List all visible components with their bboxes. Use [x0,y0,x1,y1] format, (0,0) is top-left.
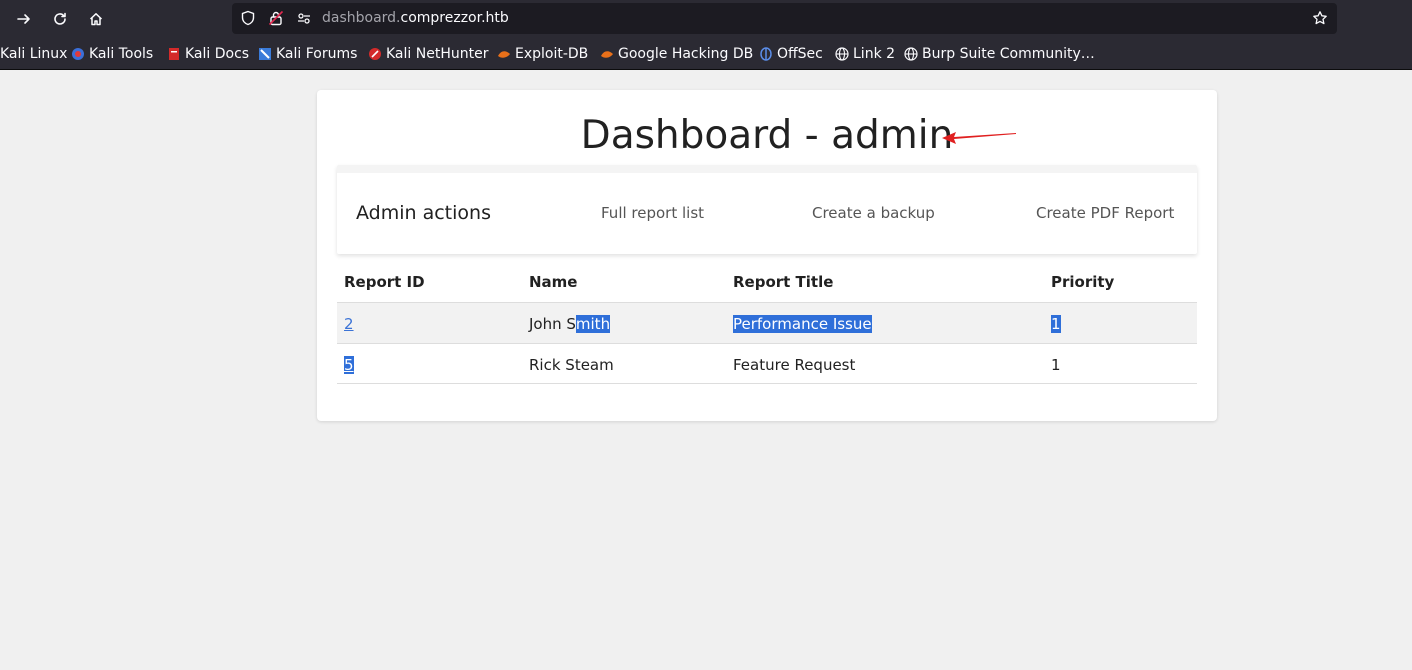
table-row: 5 Rick Steam Feature Request 1 [337,343,1197,384]
url-text[interactable]: dashboard.comprezzor.htb [322,10,509,27]
bookmark-star-icon[interactable] [1312,10,1328,26]
bookmark-label: Google Hacking DB [618,46,754,62]
kali-docs-icon [167,47,181,61]
bookmark-kali-tools[interactable]: Kali Tools [71,45,153,63]
home-button[interactable] [83,6,109,32]
bookmark-kali-forums[interactable]: Kali Forums [258,45,357,63]
forward-button[interactable] [11,6,37,32]
create-backup-link[interactable]: Create a backup [812,204,935,222]
kali-forums-icon [258,47,272,61]
ghdb-icon [600,47,614,61]
insecure-lock-icon[interactable] [268,10,284,26]
report-title-cell: Performance Issue [733,314,872,334]
reload-icon [54,12,66,25]
header-report-title: Report Title [733,273,834,291]
priority-cell: 1 [1051,356,1061,374]
bookmark-link-2[interactable]: Link 2 [835,45,895,63]
home-icon [89,13,103,26]
report-id-link[interactable]: 2 [344,315,354,333]
bookmark-exploit-db[interactable]: Exploit-DB [497,45,588,63]
bookmark-kali-nethunter[interactable]: Kali NetHunter [368,45,488,63]
header-priority: Priority [1051,273,1115,291]
bookmarks-bar: Kali Linux Kali Tools Kali Docs Kali For… [0,37,1412,70]
exploit-db-icon [497,47,511,61]
bookmark-offsec[interactable]: OffSec [759,45,823,63]
bookmark-label: Kali Forums [276,46,358,62]
admin-actions-title: Admin actions [356,202,491,224]
nethunter-icon [368,47,382,61]
header-report-id: Report ID [344,273,425,291]
name-text: John S [529,315,576,333]
bookmark-kali-docs[interactable]: Kali Docs [167,45,249,63]
shield-icon[interactable] [240,10,256,26]
url-domain: comprezzor.htb [400,10,509,26]
bookmark-label: Link 2 [853,46,896,62]
bookmark-label: Exploit-DB [515,46,589,62]
priority-cell: 1 [1051,314,1061,334]
offsec-icon [759,47,773,61]
report-id-link[interactable]: 5 [344,356,354,374]
globe-icon [835,47,849,61]
full-report-list-link[interactable]: Full report list [601,204,704,222]
url-subdomain: dashboard. [322,10,401,26]
bookmark-label: Burp Suite Community… [922,46,1095,62]
table-row: 2 John Smith Performance Issue 1 [337,302,1197,343]
name-cell: John Smith [529,314,611,334]
bookmark-kali-linux[interactable]: Kali Linux [0,45,67,63]
bookmark-burp-suite[interactable]: Burp Suite Community… [904,45,1095,63]
globe-icon [904,47,918,61]
browser-toolbar: dashboard.comprezzor.htb [0,0,1412,37]
report-id-cell: 2 [344,314,354,334]
bookmark-label: Kali Docs [185,46,250,62]
report-title-text: Performance Issue [733,315,872,333]
kali-tools-icon [71,47,85,61]
report-id-cell: 5 [344,355,354,375]
annotation-arrow-icon [942,132,1016,144]
bookmark-label: Kali Tools [89,46,154,62]
url-bar[interactable]: dashboard.comprezzor.htb [232,3,1337,34]
name-cell: Rick Steam [529,356,614,374]
create-pdf-report-link[interactable]: Create PDF Report [1036,204,1174,222]
header-name: Name [529,273,578,291]
bookmark-google-hacking-db[interactable]: Google Hacking DB [600,45,753,63]
admin-actions-bar: Admin actions Full report list Create a … [337,165,1197,254]
page-title: Dashboard - admin [580,113,954,158]
forward-arrow-icon [17,14,30,24]
priority-text: 1 [1051,315,1061,333]
permissions-icon[interactable] [296,10,312,26]
bookmark-label: Kali NetHunter [386,46,489,62]
name-text-selected: mith [575,315,611,333]
bookmark-label: Kali Linux [0,46,68,62]
report-title-cell: Feature Request [733,356,856,374]
bookmark-label: OffSec [777,46,823,62]
reload-button[interactable] [47,6,73,32]
